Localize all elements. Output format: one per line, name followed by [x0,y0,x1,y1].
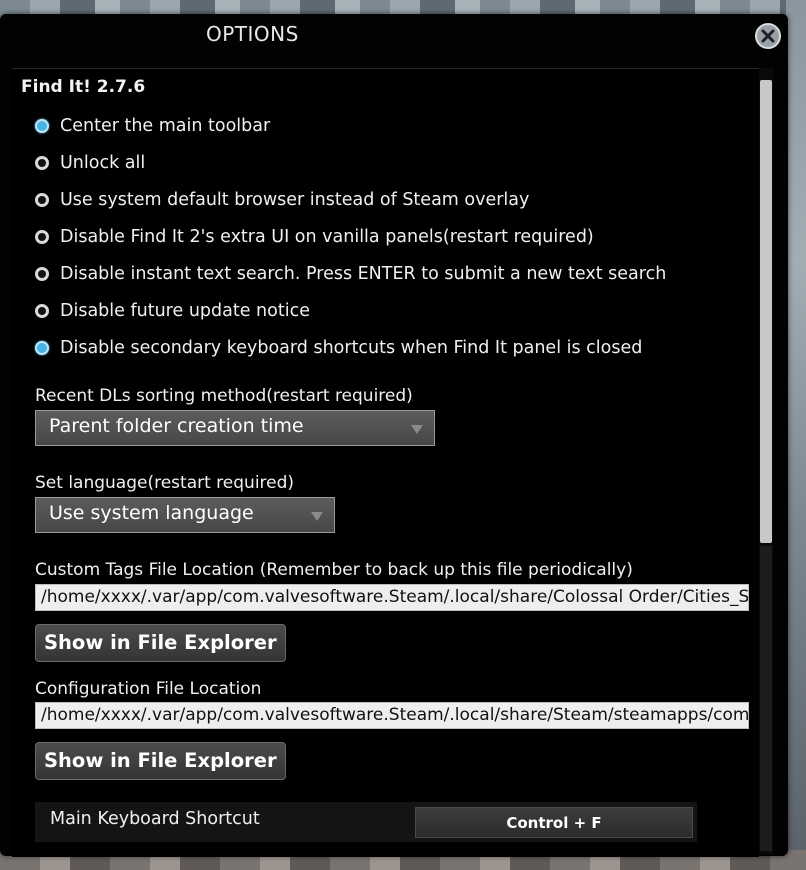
option-unlock-all[interactable]: Unlock all [35,153,145,173]
option-label: Disable secondary keyboard shortcuts whe… [60,338,643,358]
radio-unchecked-icon[interactable] [35,304,49,318]
option-system-browser[interactable]: Use system default browser instead of St… [35,190,529,210]
shortcut-label: Main Keyboard Shortcut [50,809,260,829]
options-window: OPTIONS Find It! 2.7.6 Center the main t… [0,14,788,857]
radio-unchecked-icon[interactable] [35,267,49,281]
option-disable-extra-ui[interactable]: Disable Find It 2's extra UI on vanilla … [35,227,594,247]
radio-unchecked-icon[interactable] [35,230,49,244]
chevron-down-icon [411,425,423,434]
config-file-label: Configuration File Location [35,679,262,699]
scrollbar-thumb[interactable] [760,80,772,543]
option-center-toolbar[interactable]: Center the main toolbar [35,116,270,136]
config-file-path-field[interactable]: /home/xxxx/.var/app/com.valvesoftware.St… [35,702,749,729]
radio-checked-icon[interactable] [35,341,49,355]
option-label: Disable Find It 2's extra UI on vanilla … [60,227,594,247]
section-title: Find It! 2.7.6 [21,77,146,97]
options-panel: Find It! 2.7.6 Center the main toolbar U… [12,68,759,857]
window-title: OPTIONS [206,22,299,46]
option-label: Center the main toolbar [60,116,271,136]
shortcut-row: Main Keyboard Shortcut Control + F [35,802,697,842]
dropdown-value: Parent folder creation time [49,415,304,437]
option-label: Disable instant text search. Press ENTER… [60,264,667,284]
language-label: Set language(restart required) [35,473,295,493]
option-label: Disable future update notice [60,301,310,321]
custom-tags-path-field[interactable]: /home/xxxx/.var/app/com.valvesoftware.St… [35,584,749,611]
option-label: Unlock all [60,153,146,173]
shortcut-key-button[interactable]: Control + F [415,807,693,838]
radio-unchecked-icon[interactable] [35,156,49,170]
custom-tags-label: Custom Tags File Location (Remember to b… [35,560,633,580]
close-icon [761,29,775,43]
recent-dls-dropdown[interactable]: Parent folder creation time [35,410,435,446]
close-button[interactable] [755,23,781,49]
custom-tags-show-button[interactable]: Show in File Explorer [35,624,286,662]
radio-unchecked-icon[interactable] [35,193,49,207]
option-label: Use system default browser instead of St… [60,190,530,210]
option-disable-update-notice[interactable]: Disable future update notice [35,301,310,321]
dropdown-value: Use system language [49,502,254,524]
chevron-down-icon [311,512,323,521]
option-disable-secondary-shortcuts[interactable]: Disable secondary keyboard shortcuts whe… [35,338,642,358]
recent-dls-label: Recent DLs sorting method(restart requir… [35,386,413,406]
background-scene-right [786,0,806,870]
scrollbar-track-lower [760,546,772,851]
radio-checked-icon[interactable] [35,119,49,133]
config-file-show-button[interactable]: Show in File Explorer [35,742,286,780]
language-dropdown[interactable]: Use system language [35,497,335,533]
option-disable-instant-search[interactable]: Disable instant text search. Press ENTER… [35,264,666,284]
